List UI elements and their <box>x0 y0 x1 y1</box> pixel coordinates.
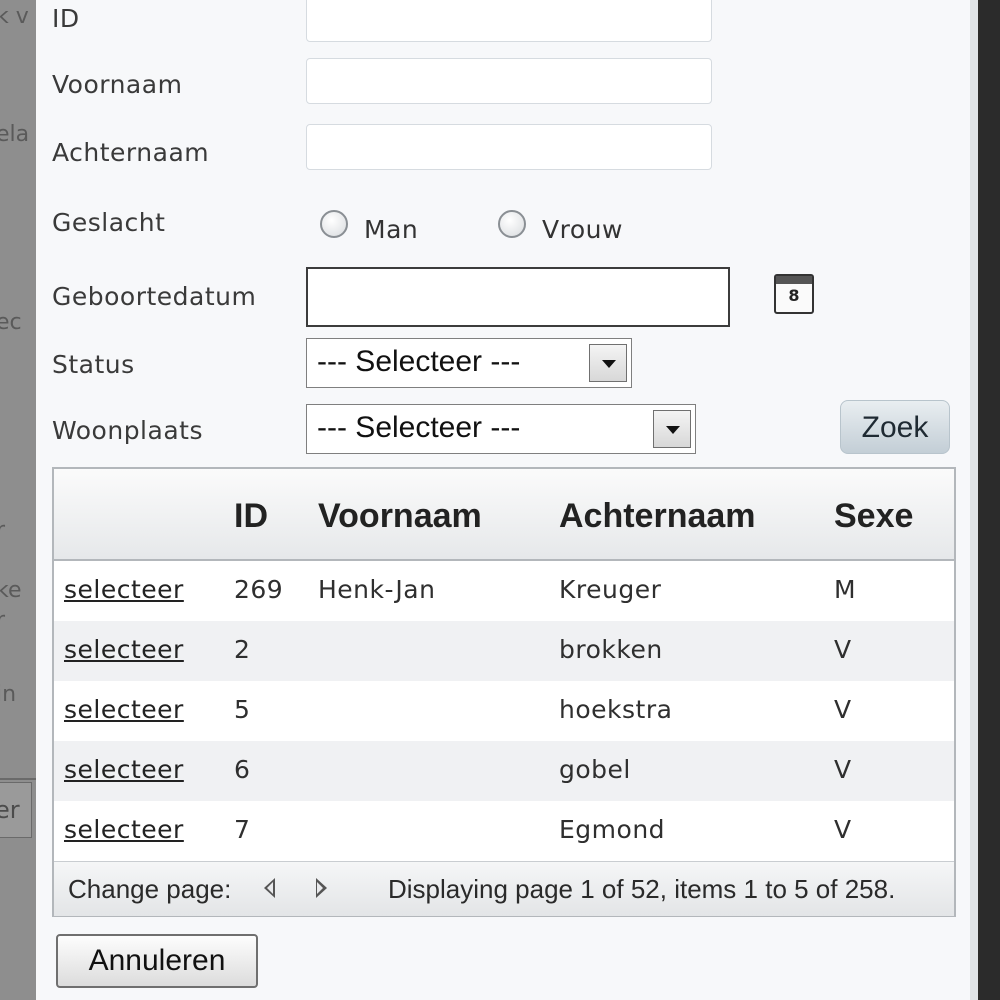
search-dialog: ID Voornaam Achternaam Geslacht Man Vrou… <box>36 0 970 1000</box>
geslacht-label: Geslacht <box>52 208 166 237</box>
cancel-button[interactable]: Annuleren <box>56 934 258 988</box>
cell-achternaam: hoekstra <box>559 695 673 724</box>
pager-info: Displaying page 1 of 52, items 1 to 5 of… <box>388 874 896 904</box>
geboortedatum-label: Geboortedatum <box>52 282 257 311</box>
column-header-id[interactable]: ID <box>234 497 268 536</box>
column-header-voornaam[interactable]: Voornaam <box>318 497 482 536</box>
background-page: k v ela ec r ke r in er <box>0 0 36 1000</box>
window-edge <box>970 0 1000 1000</box>
calendar-icon[interactable]: 8 <box>774 274 814 314</box>
radio-man[interactable] <box>320 210 348 238</box>
results-grid: ID Voornaam Achternaam Sexe selecteer 26… <box>52 467 956 917</box>
cell-id: 6 <box>234 755 251 784</box>
cell-achternaam: Kreuger <box>559 575 662 604</box>
status-select-value: --- Selecteer --- <box>317 345 521 378</box>
woonplaats-select-value: --- Selecteer --- <box>317 411 521 444</box>
select-link[interactable]: selecteer <box>64 755 184 784</box>
background-text: ke <box>0 578 22 603</box>
chevron-down-icon[interactable] <box>653 410 691 448</box>
select-link[interactable]: selecteer <box>64 815 184 844</box>
background-button-fragment: er <box>0 782 32 838</box>
pager: Change page: Displaying page 1 of 52, it… <box>54 861 954 916</box>
column-header-achternaam[interactable]: Achternaam <box>559 497 756 536</box>
status-select[interactable]: --- Selecteer --- <box>306 338 632 388</box>
cell-achternaam: brokken <box>559 635 663 664</box>
background-text: k v <box>0 4 29 29</box>
cell-sexe: V <box>834 695 852 724</box>
achternaam-input[interactable] <box>306 124 712 170</box>
voornaam-input[interactable] <box>306 58 712 104</box>
status-label: Status <box>52 350 135 379</box>
cell-sexe: V <box>834 755 852 784</box>
cell-id: 5 <box>234 695 251 724</box>
select-link[interactable]: selecteer <box>64 695 184 724</box>
chevron-down-icon[interactable] <box>589 344 627 382</box>
table-row: selecteer 7 Egmond V <box>54 801 954 861</box>
woonplaats-select[interactable]: --- Selecteer --- <box>306 404 696 454</box>
table-row: selecteer 6 gobel V <box>54 741 954 801</box>
cell-achternaam: Egmond <box>559 815 666 844</box>
radio-vrouw-label: Vrouw <box>542 215 623 244</box>
pager-label: Change page: <box>68 874 232 904</box>
select-link[interactable]: selecteer <box>64 575 184 604</box>
search-button[interactable]: Zoek <box>840 400 950 454</box>
table-row: selecteer 2 brokken V <box>54 621 954 681</box>
background-text: r <box>0 518 6 543</box>
select-link[interactable]: selecteer <box>64 635 184 664</box>
radio-man-label: Man <box>364 215 419 244</box>
radio-vrouw[interactable] <box>498 210 526 238</box>
table-row: selecteer 269 Henk-Jan Kreuger M <box>54 561 954 621</box>
cell-id: 7 <box>234 815 251 844</box>
woonplaats-label: Woonplaats <box>52 416 203 445</box>
id-label: ID <box>52 4 80 33</box>
background-text: ela <box>0 122 30 147</box>
cell-sexe: V <box>834 635 852 664</box>
column-header-sexe[interactable]: Sexe <box>834 497 913 536</box>
cell-achternaam: gobel <box>559 755 631 784</box>
background-divider <box>0 778 36 780</box>
cell-sexe: V <box>834 815 852 844</box>
cell-id: 269 <box>234 575 284 604</box>
background-text: in <box>0 682 17 707</box>
cell-voornaam: Henk-Jan <box>318 575 436 604</box>
background-text: ec <box>0 310 22 335</box>
chevron-left-icon[interactable] <box>260 876 280 900</box>
cell-sexe: M <box>834 575 857 604</box>
table-row: selecteer 5 hoekstra V <box>54 681 954 741</box>
id-input[interactable] <box>306 0 712 42</box>
background-text: r <box>0 608 6 633</box>
cell-id: 2 <box>234 635 251 664</box>
achternaam-label: Achternaam <box>52 138 210 167</box>
voornaam-label: Voornaam <box>52 70 183 99</box>
chevron-right-icon[interactable] <box>312 876 332 900</box>
grid-header: ID Voornaam Achternaam Sexe <box>54 469 954 561</box>
geboortedatum-input[interactable] <box>306 267 730 327</box>
